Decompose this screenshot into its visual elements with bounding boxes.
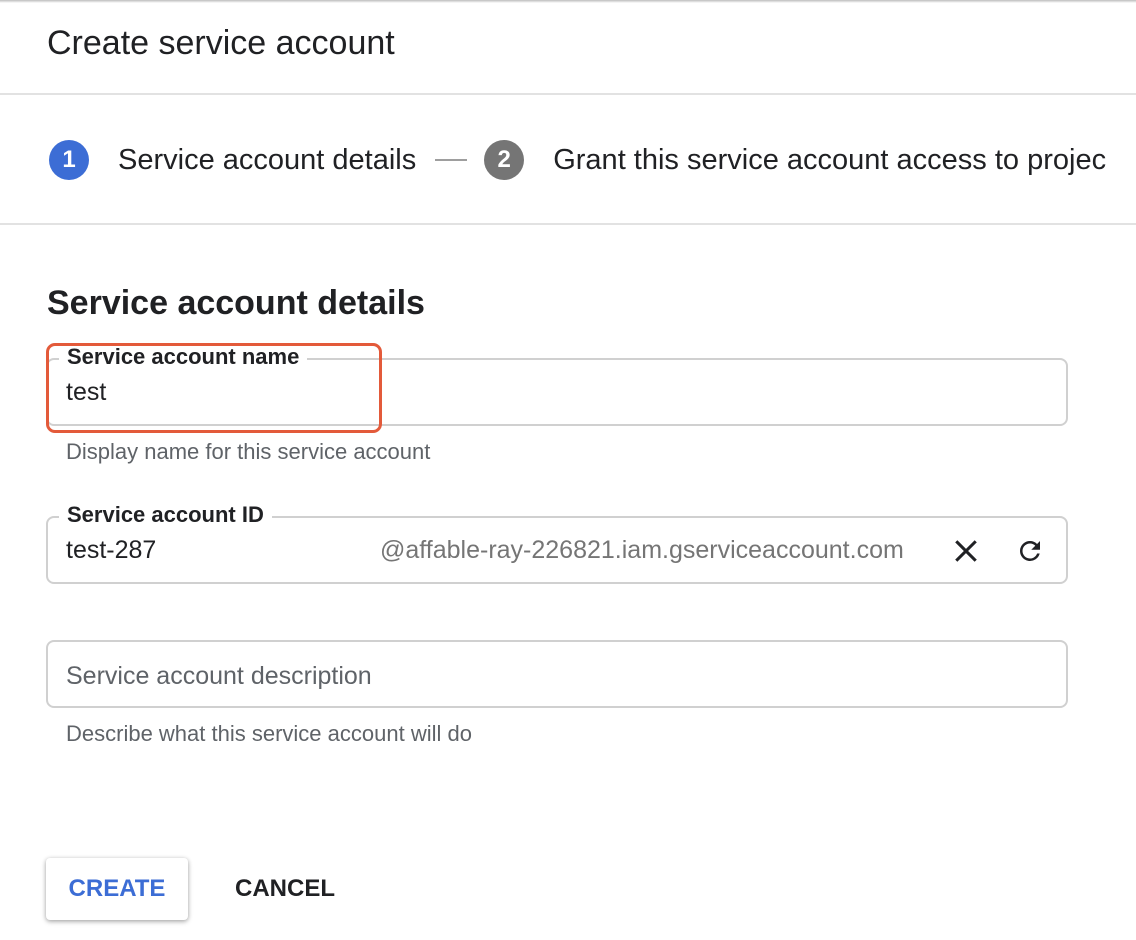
service-account-name-input[interactable]: test <box>66 378 106 407</box>
step-1-number[interactable]: 1 <box>49 140 89 180</box>
service-account-id-label: Service account ID <box>59 502 272 528</box>
service-account-id-field[interactable]: Service account ID test-287 @affable-ray… <box>46 502 1068 584</box>
service-account-id-domain-suffix: @affable-ray-226821.iam.gserviceaccount.… <box>380 536 904 564</box>
service-account-name-field[interactable]: Service account name test <box>46 344 1068 426</box>
stepper: 1 Service account details 2 Grant this s… <box>49 139 1106 181</box>
service-account-id-input[interactable]: test-287 <box>66 536 156 565</box>
step-1-label[interactable]: Service account details <box>118 144 416 177</box>
service-account-description-helper: Describe what this service account will … <box>66 721 472 746</box>
step-2-number[interactable]: 2 <box>484 140 525 180</box>
cancel-button[interactable]: CANCEL <box>218 858 352 920</box>
top-edge-shadow <box>0 0 1136 3</box>
page-title: Create service account <box>47 24 395 62</box>
service-account-description-field[interactable]: Service account description <box>46 640 1068 708</box>
service-account-name-helper: Display name for this service account <box>66 439 431 464</box>
step-connector <box>435 159 468 161</box>
step-2-label[interactable]: Grant this service account access to pro… <box>553 144 1106 177</box>
section-heading: Service account details <box>47 284 425 322</box>
service-account-description-input[interactable]: Service account description <box>66 662 372 691</box>
header-divider <box>0 93 1136 95</box>
refresh-icon[interactable] <box>1010 531 1050 571</box>
create-button[interactable]: CREATE <box>46 858 188 920</box>
stepper-divider <box>0 223 1136 225</box>
close-icon[interactable] <box>946 531 986 571</box>
service-account-name-label: Service account name <box>59 344 308 370</box>
